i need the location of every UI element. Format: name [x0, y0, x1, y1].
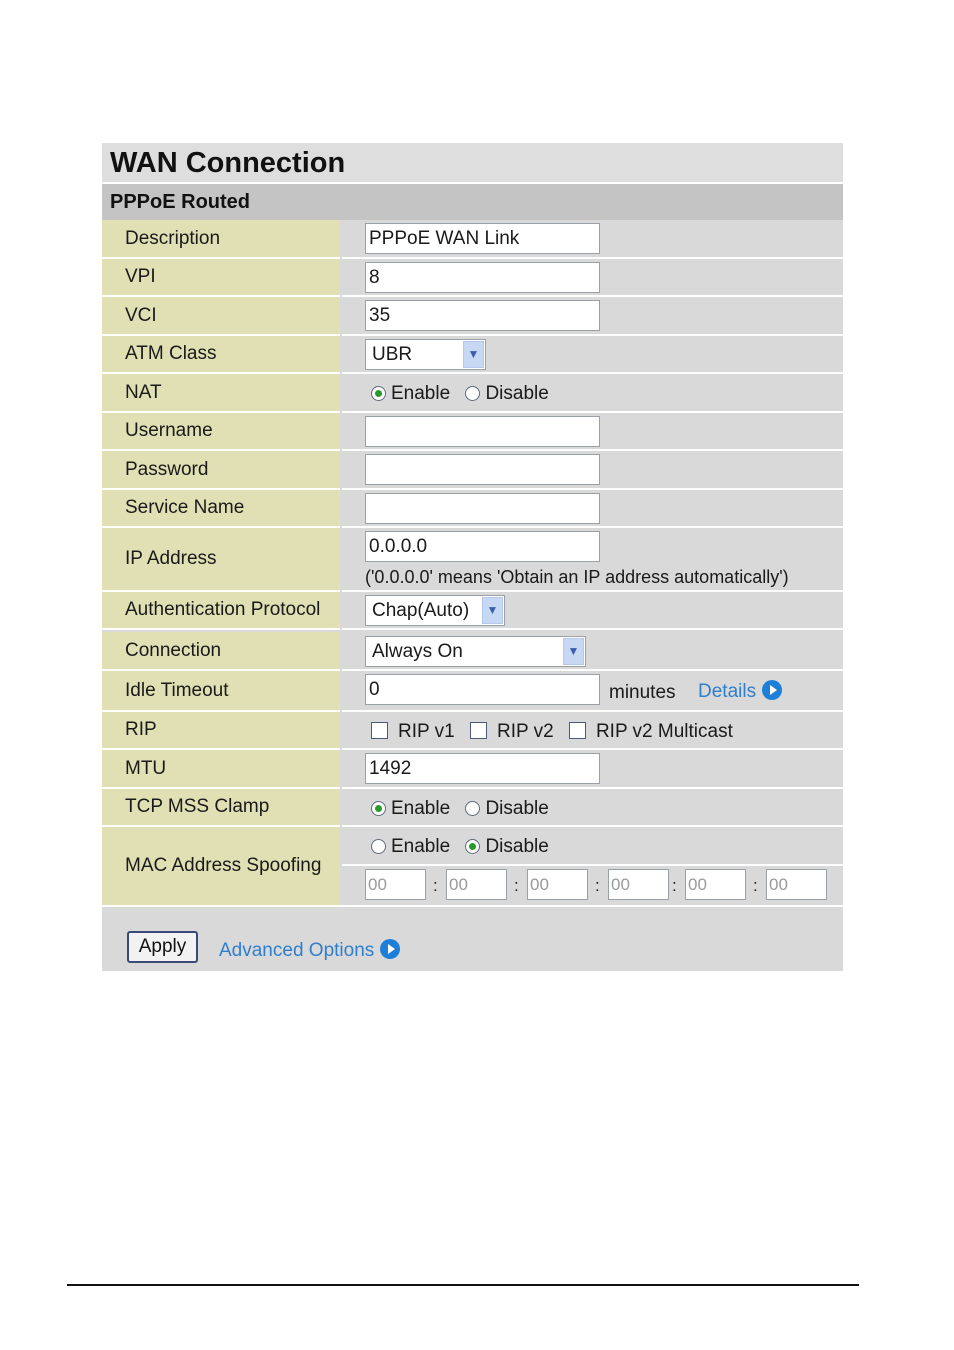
- page-title: WAN Connection: [110, 147, 346, 179]
- tcp-mss-enable-option[interactable]: Enable: [371, 798, 450, 819]
- tcp-mss-enable-radio[interactable]: [371, 801, 386, 816]
- rip-v2-checkbox[interactable]: [469, 722, 487, 739]
- row-tcp-mss-clamp: TCP MSS Clamp Enable Disable: [102, 789, 843, 827]
- description-label: Description: [125, 227, 221, 249]
- connection-select[interactable]: Always On ▼: [365, 636, 586, 667]
- row-service-name: Service Name: [102, 490, 843, 528]
- mac-separator: :: [595, 876, 600, 895]
- ip-address-label: IP Address: [125, 548, 217, 569]
- tcp-mss-disable-option[interactable]: Disable: [465, 798, 549, 819]
- wan-connection-panel: WAN Connection PPPoE Routed Description …: [102, 143, 843, 971]
- mtu-label: MTU: [125, 757, 167, 779]
- password-input[interactable]: [365, 454, 600, 485]
- mac-octet-input[interactable]: 00: [766, 869, 827, 900]
- mac-spoof-enable-radio[interactable]: [371, 839, 386, 854]
- username-input[interactable]: [365, 416, 600, 447]
- connection-label: Connection: [125, 639, 222, 661]
- atm-class-value: UBR: [372, 344, 413, 365]
- password-label: Password: [125, 458, 209, 480]
- row-vci: VCI 35: [102, 297, 843, 336]
- description-input[interactable]: PPPoE WAN Link: [365, 223, 600, 254]
- row-mtu: MTU 1492: [102, 750, 843, 789]
- atm-class-label: ATM Class: [125, 343, 217, 364]
- mac-separator: :: [672, 876, 677, 895]
- section-title: PPPoE Routed: [110, 191, 251, 213]
- ip-address-note: ('0.0.0.0' means 'Obtain an IP address a…: [365, 567, 789, 587]
- ip-address-input[interactable]: 0.0.0.0: [365, 531, 600, 562]
- details-link[interactable]: Details: [698, 680, 783, 703]
- mac-spoof-disable-radio[interactable]: [465, 839, 481, 854]
- circle-arrow-right-icon[interactable]: [380, 939, 401, 959]
- mac-octet-input[interactable]: 00: [446, 869, 507, 900]
- vci-label: VCI: [125, 304, 157, 326]
- row-atm-class: ATM Class UBR ▼: [102, 336, 843, 374]
- mtu-input[interactable]: 1492: [365, 753, 600, 784]
- service-name-label: Service Name: [125, 497, 245, 518]
- row-vpi: VPI 8: [102, 259, 843, 297]
- username-label: Username: [125, 420, 213, 441]
- idle-timeout-label: Idle Timeout: [125, 679, 229, 701]
- apply-button[interactable]: Apply: [127, 931, 198, 963]
- idle-timeout-unit: minutes: [609, 682, 676, 703]
- bottom-divider: [102, 905, 843, 907]
- auth-protocol-select[interactable]: Chap(Auto) ▼: [365, 595, 505, 626]
- mac-separator: :: [753, 876, 758, 895]
- nat-label: NAT: [125, 381, 162, 403]
- rip-v2-option[interactable]: RIP v2: [469, 721, 554, 742]
- nat-disable-option[interactable]: Disable: [465, 383, 549, 404]
- mac-octet-input[interactable]: 00: [608, 869, 669, 900]
- title-bar: WAN Connection: [102, 143, 843, 184]
- mac-separator: :: [514, 876, 519, 895]
- tcp-mss-clamp-label: TCP MSS Clamp: [125, 796, 270, 817]
- footer-rule: [67, 1284, 859, 1286]
- connection-value: Always On: [372, 641, 463, 662]
- row-connection: Connection Always On ▼: [102, 632, 843, 671]
- mac-octet-input[interactable]: 00: [365, 869, 426, 900]
- chevron-down-icon[interactable]: ▼: [482, 597, 503, 624]
- section-header: PPPoE Routed: [102, 184, 843, 220]
- vci-input[interactable]: 35: [365, 300, 600, 331]
- mac-spoofing-label: MAC Address Spoofing: [125, 855, 322, 876]
- rip-v2-multicast-option[interactable]: RIP v2 Multicast: [568, 721, 733, 742]
- mac-octet-input[interactable]: 00: [527, 869, 588, 900]
- auth-protocol-label: Authentication Protocol: [125, 599, 321, 620]
- row-rip: RIP RIP v1 RIP v2 RIP v2 Multicast: [102, 712, 843, 750]
- row-description: Description PPPoE WAN Link: [102, 220, 843, 259]
- atm-class-select[interactable]: UBR ▼: [365, 339, 486, 370]
- row-mac-spoofing: MAC Address Spoofing Enable Disable 00 :…: [102, 827, 843, 905]
- idle-timeout-input[interactable]: 0: [365, 674, 600, 705]
- nat-disable-radio[interactable]: [465, 386, 481, 401]
- row-idle-timeout: Idle Timeout 0 minutes Details: [102, 671, 843, 712]
- mac-separator: :: [433, 876, 438, 895]
- chevron-down-icon[interactable]: ▼: [563, 638, 584, 665]
- row-password: Password: [102, 451, 843, 490]
- service-name-input[interactable]: [365, 493, 600, 524]
- chevron-down-icon[interactable]: ▼: [463, 341, 484, 368]
- circle-arrow-right-icon[interactable]: [762, 680, 783, 700]
- rip-label: RIP: [125, 719, 157, 740]
- row-ip-address: IP Address 0.0.0.0 ('0.0.0.0' means 'Obt…: [102, 528, 843, 592]
- advanced-options-link[interactable]: Advanced Options: [219, 939, 401, 962]
- row-nat: NAT Enable Disable: [102, 374, 843, 413]
- rip-v1-checkbox[interactable]: [371, 722, 388, 739]
- vpi-input[interactable]: 8: [365, 262, 600, 293]
- nat-enable-option[interactable]: Enable: [371, 383, 450, 404]
- mac-divider: [342, 864, 843, 866]
- row-username: Username: [102, 413, 843, 451]
- rip-v2-multicast-checkbox[interactable]: [568, 722, 586, 739]
- vpi-label: VPI: [125, 266, 156, 287]
- rip-v1-option[interactable]: RIP v1: [371, 721, 455, 742]
- nat-enable-radio[interactable]: [371, 386, 386, 401]
- mac-spoof-enable-option[interactable]: Enable: [371, 836, 450, 857]
- mac-octet-input[interactable]: 00: [685, 869, 746, 900]
- mac-spoof-disable-option[interactable]: Disable: [465, 836, 549, 857]
- row-auth-protocol: Authentication Protocol Chap(Auto) ▼: [102, 592, 843, 630]
- tcp-mss-disable-radio[interactable]: [465, 801, 481, 816]
- auth-protocol-value: Chap(Auto): [372, 600, 470, 621]
